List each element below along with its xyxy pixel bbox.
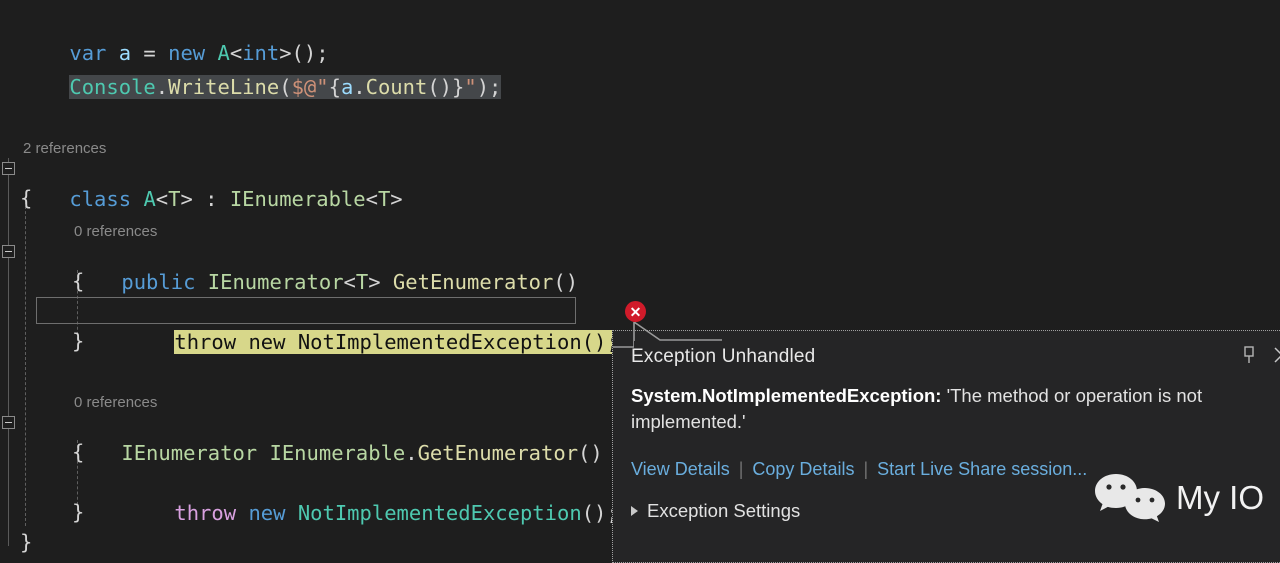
indent-guide-level1 xyxy=(25,196,26,526)
popup-title: Exception Unhandled xyxy=(631,346,816,367)
code-line-method2-open-brace: { xyxy=(72,440,85,464)
selected-text: Console.WriteLine($@"{a.Count()}"); xyxy=(69,74,502,99)
token-class: class xyxy=(69,186,132,211)
token-colon: : xyxy=(192,186,230,211)
token-lt3: < xyxy=(365,186,378,211)
token-brace-close: } xyxy=(452,74,465,99)
error-x-glyph: ✕ xyxy=(629,303,642,320)
copy-details-link[interactable]: Copy Details xyxy=(752,459,854,480)
token-GetEnumerator1: GetEnumerator xyxy=(392,269,554,294)
code-line-2: Console.WriteLine($@"{a.Count()}"); xyxy=(20,41,502,99)
view-details-link[interactable]: View Details xyxy=(631,459,730,480)
exception-helper-popup[interactable]: Exception Unhandled System.NotImplemente… xyxy=(612,330,1280,563)
token-WriteLine: WriteLine xyxy=(168,74,280,99)
token-Count: Count xyxy=(365,74,428,99)
fold-toggle-method2[interactable] xyxy=(2,416,15,429)
token-interp-prefix: $@" xyxy=(291,74,329,99)
token-dot2: . xyxy=(353,74,366,99)
exception-settings-label: Exception Settings xyxy=(647,500,801,521)
fold-toggle-method1[interactable] xyxy=(2,245,15,258)
fold-toggle-class[interactable] xyxy=(2,162,15,175)
code-line-method2-close-brace: } xyxy=(72,500,85,524)
token-dot1: . xyxy=(155,74,169,99)
token-IEnumerable: IEnumerable xyxy=(229,186,366,211)
token-new2: new xyxy=(248,329,286,354)
code-line-throw-2: throw new NotImplementedException(); xyxy=(125,467,618,525)
popup-actions xyxy=(1240,345,1280,365)
token-IEnumerator2: IEnumerator xyxy=(121,440,258,465)
token-IEnumerable2: IEnumerable xyxy=(269,440,406,465)
chevron-right-icon xyxy=(631,506,638,516)
token-NIE2: NotImplementedException xyxy=(297,500,582,525)
token-IEnumerator1: IEnumerator xyxy=(207,269,344,294)
current-statement-highlight: throw new NotImplementedException(); xyxy=(174,329,619,354)
token-throw2: throw xyxy=(174,500,237,525)
token-A2: A xyxy=(143,186,156,211)
token-throw1: throw xyxy=(174,329,237,354)
token-quote: " xyxy=(464,74,477,99)
error-x-icon[interactable]: ✕ xyxy=(625,301,646,322)
exception-type: System.NotImplementedException: xyxy=(631,385,942,406)
token-public: public xyxy=(121,269,196,294)
code-line-1: var a = new A<int>(); xyxy=(20,7,328,65)
exception-message: System.NotImplementedException: 'The met… xyxy=(631,383,1256,435)
popup-body: System.NotImplementedException: 'The met… xyxy=(613,383,1280,522)
code-line-method1-open-brace: { xyxy=(72,269,85,293)
close-icon[interactable] xyxy=(1272,345,1280,365)
code-line-throw-current: throw new NotImplementedException(); xyxy=(125,296,619,354)
code-line-class-close-brace: } xyxy=(20,530,33,554)
start-live-share-link[interactable]: Start Live Share session... xyxy=(877,459,1087,480)
code-line-class-open-brace: { xyxy=(20,186,33,210)
token-GetEnumerator2: GetEnumerator xyxy=(417,440,579,465)
token-new3: new xyxy=(248,500,286,525)
code-line-explicit-getenumerator-decl: IEnumerator IEnumerable.GetEnumerator() xyxy=(72,407,602,465)
token-lt4: < xyxy=(343,269,356,294)
token-Console: Console xyxy=(69,74,156,99)
code-line-class-decl: class A<T> : IEnumerable<T> xyxy=(69,186,403,211)
token-call: () xyxy=(427,74,453,99)
popup-links: View Details | Copy Details | Start Live… xyxy=(631,459,1274,480)
token-lt2: < xyxy=(155,186,169,211)
token-brace-open: { xyxy=(328,74,341,99)
code-line-method1-close-brace: } xyxy=(72,329,85,353)
token-closeparen: ); xyxy=(476,74,502,99)
token-T2: T xyxy=(377,186,391,211)
token-T1: T xyxy=(168,186,181,211)
structure-guide-outer xyxy=(8,158,9,546)
code-line-getenumerator-decl: public IEnumerator<T> GetEnumerator() xyxy=(121,269,579,294)
token-parens1: () xyxy=(553,269,579,294)
token-T3: T xyxy=(355,269,369,294)
token-NIE1: NotImplementedException xyxy=(297,329,582,354)
pin-icon[interactable] xyxy=(1240,345,1258,365)
token-a2: a xyxy=(340,74,354,99)
token-dot3: . xyxy=(405,440,418,465)
popup-callout-pointer xyxy=(613,322,722,348)
token-parens2: () xyxy=(578,440,603,465)
token-openparen: ( xyxy=(279,74,292,99)
link-separator-2: | xyxy=(863,459,869,479)
exception-settings-toggle[interactable]: Exception Settings xyxy=(631,500,1274,522)
link-separator-1: | xyxy=(738,459,744,479)
